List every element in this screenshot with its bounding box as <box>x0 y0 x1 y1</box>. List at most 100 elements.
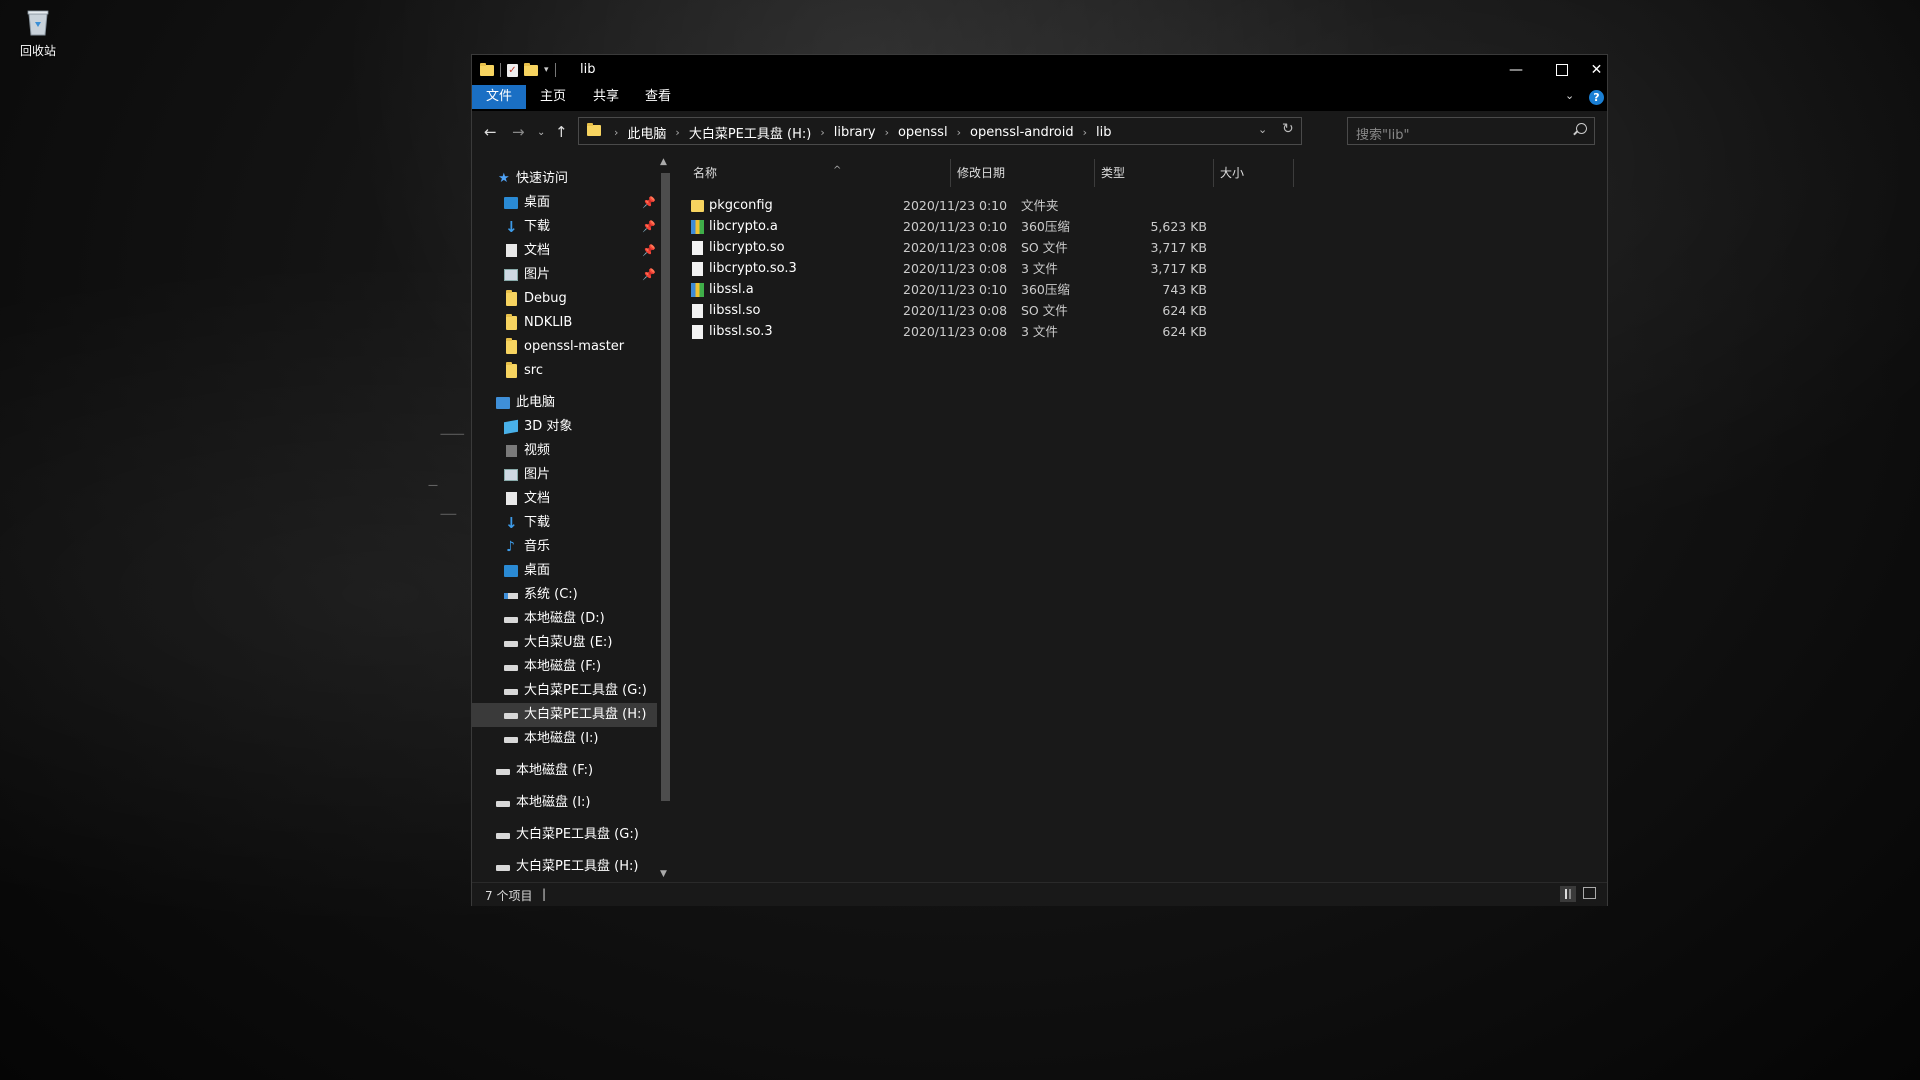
search-input[interactable]: 搜索"lib" <box>1347 117 1595 145</box>
tab-home[interactable]: 主页 <box>528 85 578 109</box>
customize-toolbar-icon[interactable]: ▾ <box>544 65 549 75</box>
column-divider[interactable] <box>950 159 951 187</box>
nav-item-music[interactable]: ♪ 音乐 <box>472 535 657 559</box>
nav-item-drive-i[interactable]: 本地磁盘 (I:) <box>472 727 657 751</box>
up-button[interactable]: ↑ <box>555 123 568 141</box>
refresh-icon[interactable]: ↻ <box>1282 121 1294 137</box>
file-explorer-window[interactable]: ✓ ▾ lib — ✕ 文件 主页 共享 查看 ⌄ ? ← → ⌄ ↑ › 此电… <box>471 54 1608 906</box>
nav-scrollbar-thumb[interactable] <box>661 173 670 801</box>
nav-root-drive-g[interactable]: 大白菜PE工具盘 (G:) <box>472 823 657 847</box>
forward-button[interactable]: → <box>512 123 525 141</box>
nav-quick-access[interactable]: ★ 快速访问 <box>472 167 657 191</box>
chevron-right-icon[interactable]: › <box>820 126 824 139</box>
new-folder-icon[interactable] <box>524 62 538 76</box>
nav-item-desktop[interactable]: 桌面 📌 <box>472 191 657 215</box>
breadcrumb-item[interactable]: 此电脑 <box>627 123 666 142</box>
file-row[interactable]: libssl.a 2020/11/23 0:10 360压缩 743 KB <box>687 279 1307 300</box>
file-row[interactable]: libcrypto.so.3 2020/11/23 0:08 3 文件 3,71… <box>687 258 1307 279</box>
nav-item-drive-c[interactable]: 系统 (C:) <box>472 583 657 607</box>
nav-item-desktop-pc[interactable]: 桌面 <box>472 559 657 583</box>
nav-item-src[interactable]: src <box>472 359 657 383</box>
properties-icon[interactable]: ✓ <box>507 63 518 77</box>
nav-root-drive-f[interactable]: 本地磁盘 (F:) <box>472 759 657 783</box>
desktop-recycle-bin[interactable]: 回收站 <box>12 8 64 59</box>
tab-view[interactable]: 查看 <box>633 85 683 109</box>
scroll-up-icon[interactable]: ▲ <box>660 157 667 167</box>
nav-item-videos[interactable]: 视频 <box>472 439 657 463</box>
nav-item-downloads-pc[interactable]: ↓ 下载 <box>472 511 657 535</box>
nav-item-3d-objects[interactable]: 3D 对象 <box>472 415 657 439</box>
nav-this-pc[interactable]: 此电脑 <box>472 391 657 415</box>
column-divider[interactable] <box>1094 159 1095 187</box>
pin-icon[interactable]: 📌 <box>642 191 656 215</box>
file-icon <box>692 304 703 318</box>
nav-item-drive-d[interactable]: 本地磁盘 (D:) <box>472 607 657 631</box>
file-row[interactable]: libssl.so 2020/11/23 0:08 SO 文件 624 KB <box>687 300 1307 321</box>
nav-root-drive-h[interactable]: 大白菜PE工具盘 (H:) <box>472 855 657 879</box>
pin-icon[interactable]: 📌 <box>642 263 656 287</box>
file-row[interactable]: libcrypto.so 2020/11/23 0:08 SO 文件 3,717… <box>687 237 1307 258</box>
file-list[interactable]: 名称 ^ 修改日期 类型 大小 pkgconfig 2020/11/23 0:1… <box>673 155 1607 882</box>
column-header-date[interactable]: 修改日期 <box>957 161 1092 185</box>
nav-item-debug[interactable]: Debug <box>472 287 657 311</box>
column-divider[interactable] <box>1213 159 1214 187</box>
expand-ribbon-icon[interactable]: ⌄ <box>1565 89 1574 102</box>
search-icon[interactable] <box>1576 123 1587 134</box>
chevron-right-icon[interactable]: › <box>885 126 889 139</box>
help-button[interactable]: ? <box>1589 90 1604 105</box>
pin-icon[interactable]: 📌 <box>642 239 656 263</box>
status-separator: | <box>542 887 547 901</box>
breadcrumb-item[interactable]: openssl-android <box>970 125 1074 140</box>
breadcrumb-item[interactable]: lib <box>1096 125 1111 140</box>
pin-icon[interactable]: 📌 <box>642 215 656 239</box>
file-type: 文件夹 <box>1021 198 1059 213</box>
minimize-button[interactable]: — <box>1493 55 1539 85</box>
wallpaper-scratch: — <box>428 480 438 491</box>
column-header-size[interactable]: 大小 <box>1220 161 1290 185</box>
maximize-button[interactable] <box>1539 55 1585 85</box>
nav-root-drive-i[interactable]: 本地磁盘 (I:) <box>472 791 657 815</box>
nav-item-drive-e[interactable]: 大白菜U盘 (E:) <box>472 631 657 655</box>
chevron-right-icon[interactable]: › <box>614 126 618 139</box>
file-row[interactable]: libssl.so.3 2020/11/23 0:08 3 文件 624 KB <box>687 321 1307 342</box>
navigation-pane[interactable]: ★ 快速访问 桌面 📌 ↓ 下载 📌 文档 📌 图片 📌 Debug NDKLI… <box>472 155 657 882</box>
nav-label: 系统 (C:) <box>524 587 578 602</box>
column-divider[interactable] <box>1293 159 1294 187</box>
breadcrumb-item[interactable]: openssl <box>898 125 948 140</box>
nav-label: 图片 <box>524 467 551 482</box>
address-bar[interactable]: › 此电脑 › 大白菜PE工具盘 (H:) › library › openss… <box>578 117 1302 145</box>
chevron-right-icon[interactable]: › <box>675 126 679 139</box>
address-history-icon[interactable]: ⌄ <box>1258 123 1267 136</box>
title-bar[interactable]: ✓ ▾ lib — ✕ <box>472 55 1607 85</box>
back-button[interactable]: ← <box>484 123 497 141</box>
nav-item-documents-pc[interactable]: 文档 <box>472 487 657 511</box>
recent-locations-icon[interactable]: ⌄ <box>537 127 545 138</box>
nav-item-drive-g[interactable]: 大白菜PE工具盘 (G:) <box>472 679 657 703</box>
nav-item-documents[interactable]: 文档 📌 <box>472 239 657 263</box>
tab-share[interactable]: 共享 <box>581 85 631 109</box>
nav-item-drive-f[interactable]: 本地磁盘 (F:) <box>472 655 657 679</box>
breadcrumb-item[interactable]: library <box>834 125 876 140</box>
large-icons-view-icon[interactable] <box>1583 887 1596 899</box>
video-icon <box>506 445 517 457</box>
nav-item-openssl-master[interactable]: openssl-master <box>472 335 657 359</box>
details-view-icon[interactable] <box>1560 886 1576 902</box>
column-header-type[interactable]: 类型 <box>1101 161 1211 185</box>
breadcrumb-item[interactable]: 大白菜PE工具盘 (H:) <box>689 123 812 142</box>
3d-objects-icon <box>504 419 518 435</box>
file-size: 624 KB <box>1162 324 1207 339</box>
chevron-right-icon[interactable]: › <box>1083 126 1087 139</box>
close-button[interactable]: ✕ <box>1585 55 1608 85</box>
column-header-name[interactable]: 名称 ^ <box>693 161 948 185</box>
tab-file[interactable]: 文件 <box>472 85 526 109</box>
chevron-right-icon[interactable]: › <box>957 126 961 139</box>
scroll-down-icon[interactable]: ▼ <box>660 869 667 879</box>
nav-item-downloads[interactable]: ↓ 下载 📌 <box>472 215 657 239</box>
nav-item-drive-h[interactable]: 大白菜PE工具盘 (H:) <box>472 703 657 727</box>
nav-item-pictures[interactable]: 图片 📌 <box>472 263 657 287</box>
file-row[interactable]: libcrypto.a 2020/11/23 0:10 360压缩 5,623 … <box>687 216 1307 237</box>
file-name: libssl.so.3 <box>709 324 773 339</box>
file-row[interactable]: pkgconfig 2020/11/23 0:10 文件夹 <box>687 195 1307 216</box>
nav-item-ndklib[interactable]: NDKLIB <box>472 311 657 335</box>
nav-item-pictures-pc[interactable]: 图片 <box>472 463 657 487</box>
